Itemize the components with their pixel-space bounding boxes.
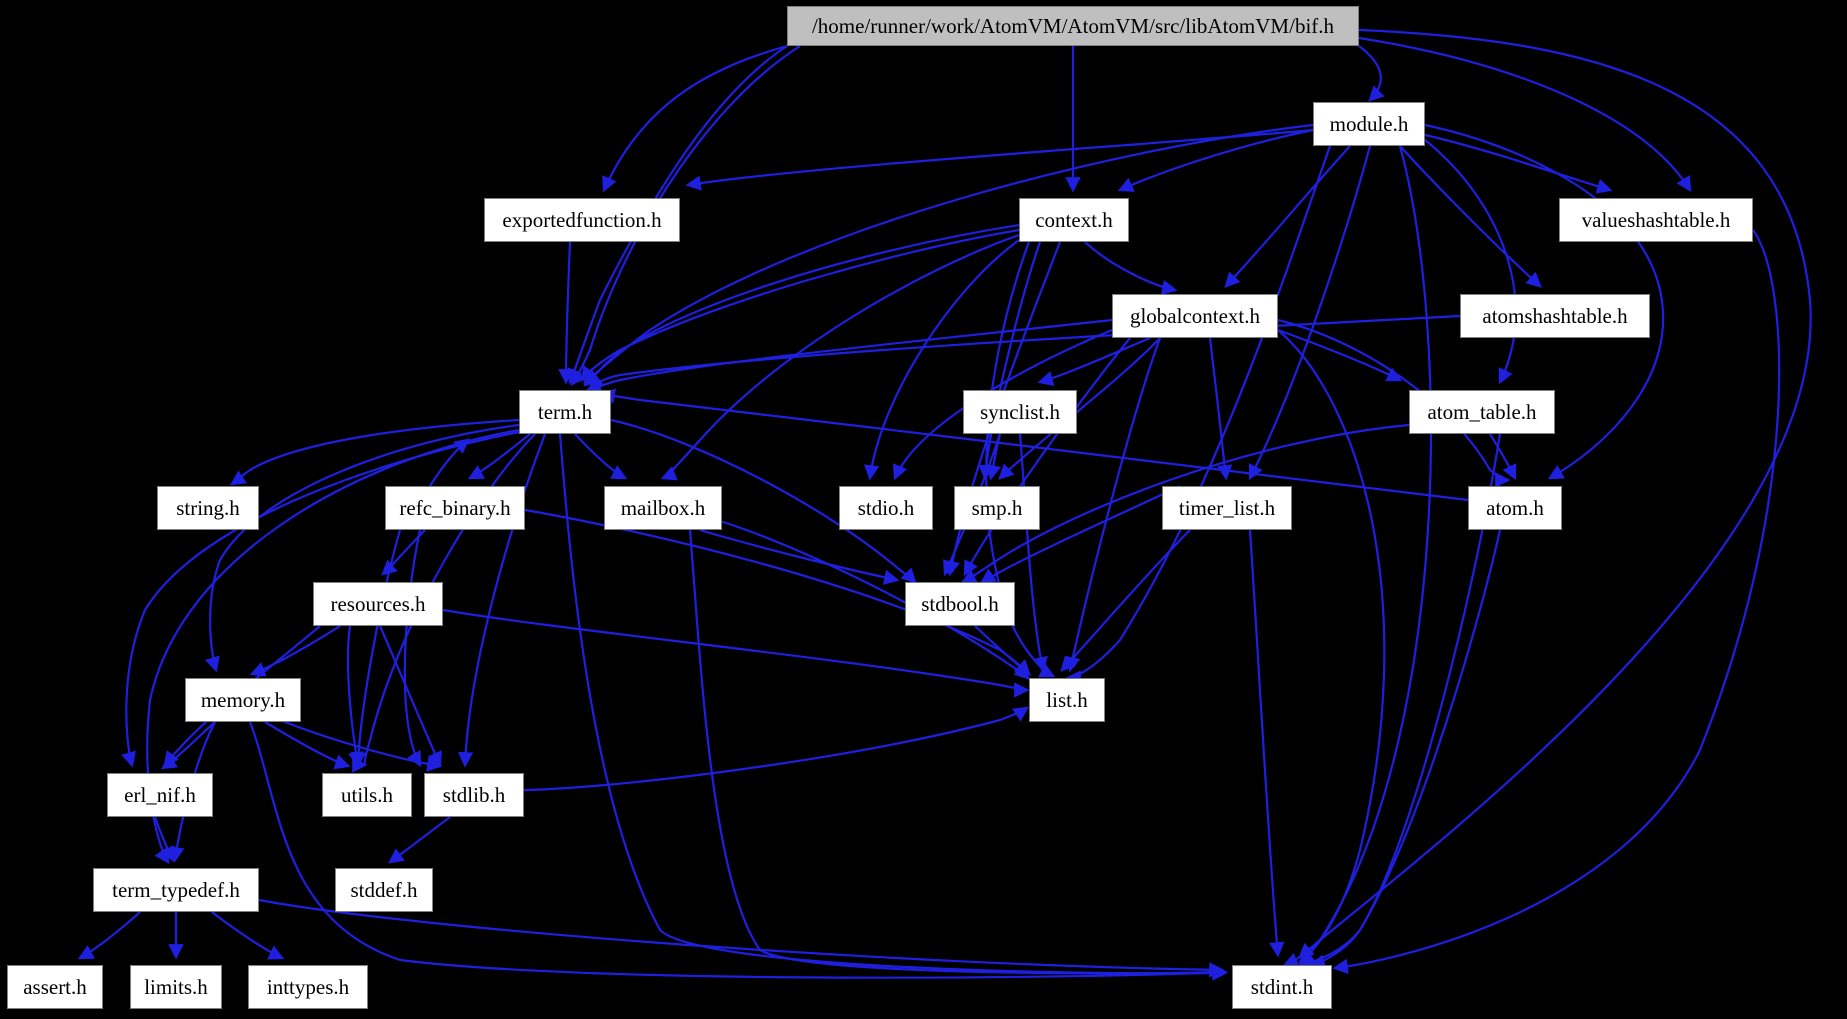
graph-node-atom[interactable]: atom.h — [1468, 486, 1562, 530]
graph-node-resources[interactable]: resources.h — [313, 582, 443, 626]
graph-edge — [1037, 336, 1151, 386]
graph-node-label: stdint.h — [1250, 974, 1314, 999]
graph-edge — [1208, 337, 1233, 481]
graph-edge — [387, 816, 451, 864]
graph-edge — [585, 318, 1113, 394]
graph-node-label: limits.h — [144, 974, 208, 999]
graph-node-label: globalcontext.h — [1129, 303, 1261, 328]
graph-edge — [1282, 145, 1433, 968]
graph-node-label: synclist.h — [980, 399, 1060, 424]
graph-node-stdio[interactable]: stdio.h — [839, 486, 933, 530]
graph-edge — [1424, 133, 1613, 194]
graph-edge — [457, 433, 547, 768]
graph-node-stddef[interactable]: stddef.h — [335, 868, 433, 912]
graph-edge — [1060, 529, 1191, 672]
graph-edge — [558, 241, 574, 385]
graph-node-label: resources.h — [330, 591, 426, 616]
graph-edge — [264, 721, 351, 770]
graph-node-label: utils.h — [341, 782, 393, 807]
graph-edge — [160, 721, 216, 770]
graph-node-synclist[interactable]: synclist.h — [963, 390, 1077, 434]
graph-edge — [403, 529, 422, 768]
graph-node-atom_table[interactable]: atom_table.h — [1409, 390, 1555, 434]
graph-node-stdbool[interactable]: stdbool.h — [905, 582, 1015, 626]
graph-node-string[interactable]: string.h — [157, 486, 259, 530]
graph-node-label: inttypes.h — [266, 974, 350, 999]
graph-edge — [1424, 139, 1517, 385]
include-dependency-graph: /home/runner/work/AtomVM/AtomVM/src/libA… — [0, 0, 1847, 1019]
graph-edge — [582, 123, 1314, 384]
graph-node-label: stddef.h — [350, 877, 418, 902]
graph-node-assert[interactable]: assert.h — [7, 965, 103, 1009]
graph-edge — [249, 625, 341, 677]
graph-node-term_typedef[interactable]: term_typedef.h — [93, 868, 259, 912]
graph-edge — [211, 911, 285, 960]
graph-node-atomshashtable[interactable]: atomshashtable.h — [1460, 294, 1650, 338]
graph-node-erl_nif[interactable]: erl_nif.h — [107, 773, 213, 817]
graph-node-label: timer_list.h — [1178, 495, 1276, 520]
graph-node-label: /home/runner/work/AtomVM/AtomVM/src/libA… — [811, 13, 1335, 38]
graph-node-label: refc_binary.h — [399, 495, 511, 520]
graph-node-label: atom_table.h — [1427, 399, 1537, 424]
graph-node-inttypes[interactable]: inttypes.h — [248, 965, 368, 1009]
graph-node-mailbox[interactable]: mailbox.h — [604, 486, 722, 530]
graph-edge — [587, 314, 1461, 390]
graph-node-label: context.h — [1035, 207, 1113, 232]
graph-node-label: mailbox.h — [620, 495, 706, 520]
graph-node-globalcontext[interactable]: globalcontext.h — [1112, 294, 1278, 338]
graph-node-label: erl_nif.h — [124, 782, 196, 807]
graph-node-label: stdlib.h — [442, 782, 506, 807]
graph-node-label: atom.h — [1486, 495, 1544, 520]
graph-node-label: term.h — [537, 399, 593, 424]
graph-edge — [1065, 337, 1162, 673]
graph-edge — [77, 911, 141, 960]
graph-node-list[interactable]: list.h — [1029, 678, 1105, 722]
graph-node-term[interactable]: term.h — [519, 390, 611, 434]
graph-node-timer_list[interactable]: timer_list.h — [1162, 486, 1292, 530]
graph-edge — [248, 721, 1228, 981]
graph-node-bif[interactable]: /home/runner/work/AtomVM/AtomVM/src/libA… — [787, 6, 1359, 46]
graph-node-module[interactable]: module.h — [1313, 102, 1425, 146]
graph-edge — [974, 625, 1031, 676]
graph-node-label: module.h — [1329, 111, 1409, 136]
graph-node-label: memory.h — [200, 687, 286, 712]
graph-node-stdlib[interactable]: stdlib.h — [424, 773, 524, 817]
graph-edge — [204, 423, 520, 673]
graph-edge — [1358, 45, 1385, 102]
graph-node-label: exportedfunction.h — [502, 207, 662, 232]
graph-node-label: assert.h — [23, 974, 87, 999]
graph-node-label: list.h — [1046, 687, 1088, 712]
graph-node-limits[interactable]: limits.h — [130, 965, 222, 1009]
graph-edge — [1248, 529, 1285, 958]
graph-edge — [1332, 229, 1781, 975]
graph-node-memory[interactable]: memory.h — [185, 678, 301, 722]
graph-node-label: term_typedef.h — [112, 877, 240, 902]
graph-node-utils[interactable]: utils.h — [322, 773, 412, 817]
graph-node-refc_binary[interactable]: refc_binary.h — [385, 486, 525, 530]
graph-edge — [350, 529, 402, 768]
graph-node-label: stdio.h — [857, 495, 915, 520]
graph-node-label: smp.h — [971, 495, 1023, 520]
graph-edge — [1084, 241, 1178, 296]
graph-edge — [574, 433, 628, 480]
graph-node-context[interactable]: context.h — [1019, 198, 1129, 242]
graph-node-stdint[interactable]: stdint.h — [1232, 965, 1332, 1009]
graph-edge — [1277, 329, 1386, 964]
graph-edge — [378, 625, 442, 768]
graph-edge — [1309, 529, 1502, 970]
graph-node-smp[interactable]: smp.h — [954, 486, 1040, 530]
graph-node-label: valueshashtable.h — [1581, 207, 1731, 232]
graph-node-label: stdbool.h — [921, 591, 999, 616]
graph-node-label: string.h — [176, 495, 240, 520]
graph-node-exportedfunction[interactable]: exportedfunction.h — [484, 198, 680, 242]
graph-node-label: atomshashtable.h — [1482, 303, 1628, 328]
graph-node-valueshashtable[interactable]: valueshashtable.h — [1559, 198, 1753, 242]
